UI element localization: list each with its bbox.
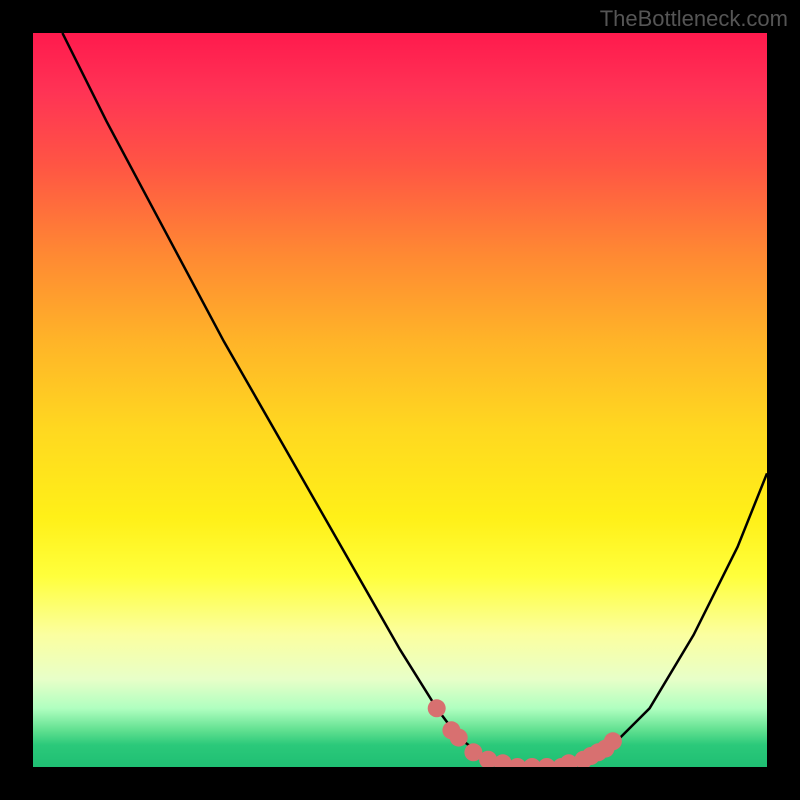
plot-area xyxy=(33,33,767,767)
bottleneck-curve xyxy=(62,33,767,767)
highlight-dots xyxy=(428,699,622,767)
chart-svg xyxy=(33,33,767,767)
watermark-text: TheBottleneck.com xyxy=(600,6,788,32)
